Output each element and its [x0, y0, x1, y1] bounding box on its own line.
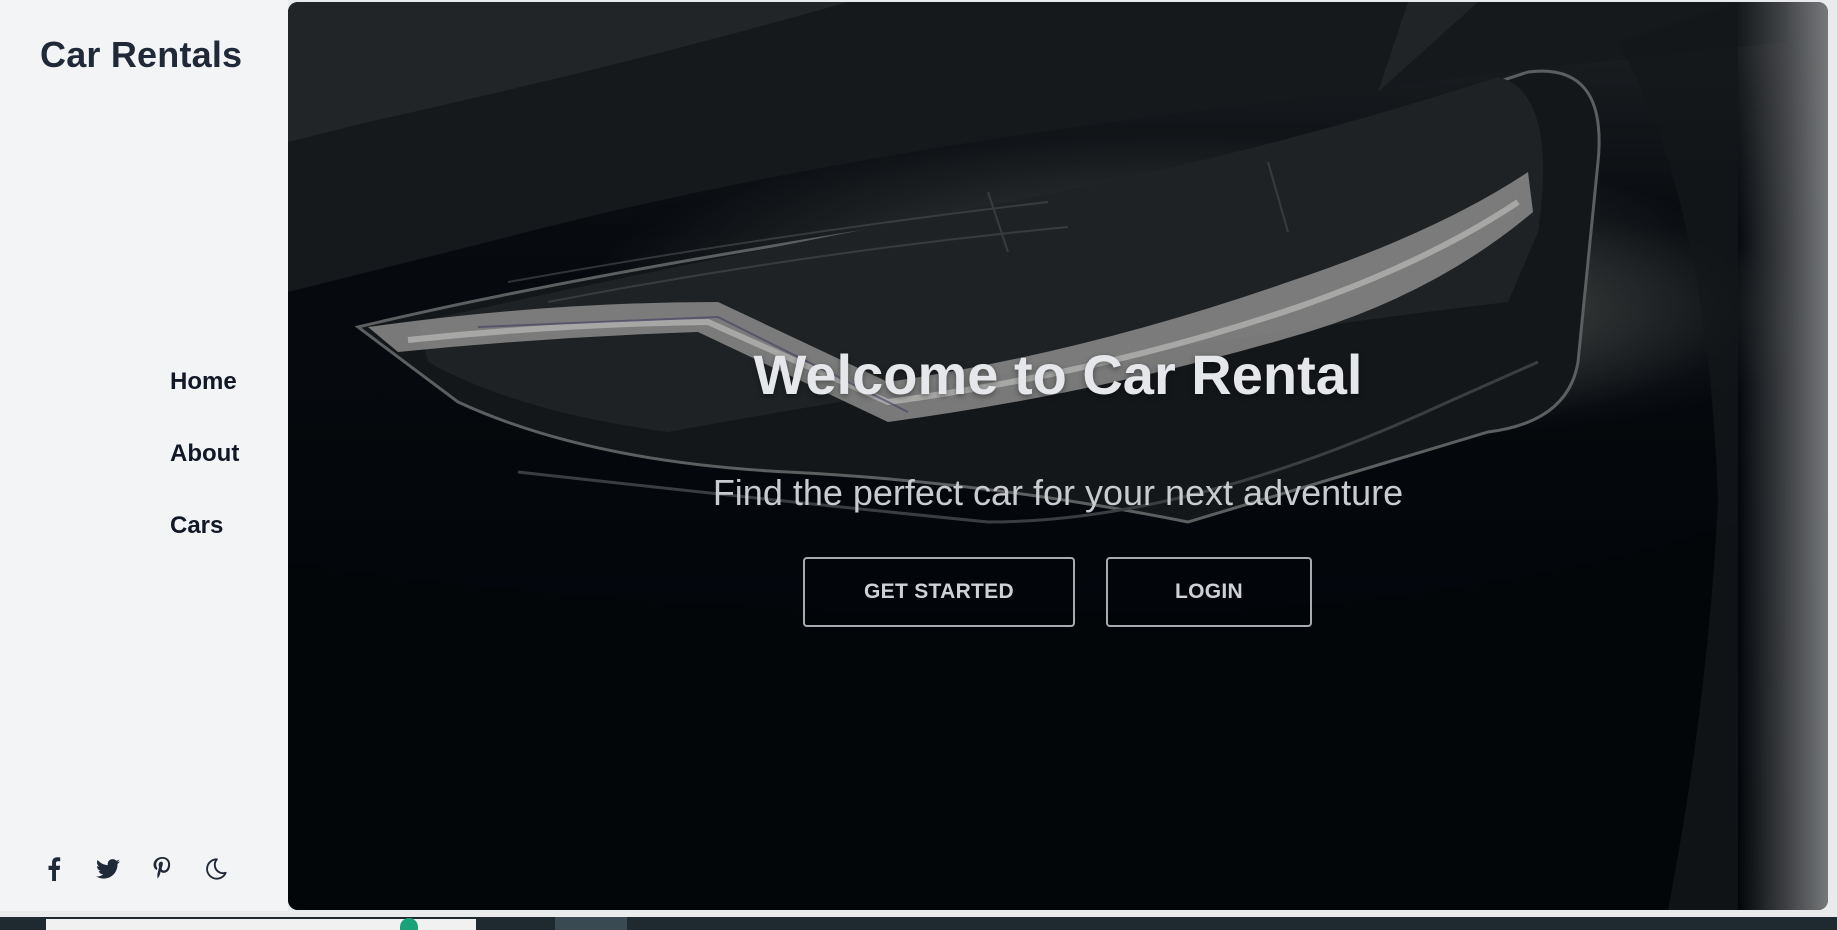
sidebar-nav: Home About Cars	[170, 368, 239, 584]
nav-item-home[interactable]: Home	[170, 368, 239, 440]
app-window: Car Rentals Home About Cars Welcome to C…	[0, 0, 1837, 930]
twitter-icon[interactable]	[96, 857, 120, 881]
sidebar: Car Rentals Home About Cars	[0, 0, 288, 911]
os-taskbar	[0, 917, 1837, 930]
facebook-icon[interactable]	[42, 857, 66, 881]
moon-icon[interactable]	[204, 857, 228, 881]
login-button[interactable]: LOGIN	[1106, 557, 1312, 627]
nav-item-about[interactable]: About	[170, 440, 239, 512]
taskbar-active-app[interactable]	[555, 917, 627, 930]
hero-section: Welcome to Car Rental Find the perfect c…	[288, 2, 1828, 910]
hero-overlay	[288, 2, 1828, 910]
hero-subtitle: Find the perfect car for your next adven…	[712, 472, 1404, 513]
pinterest-icon[interactable]	[150, 857, 174, 881]
social-links	[42, 857, 228, 881]
taskbar-app-icon[interactable]	[400, 918, 418, 930]
brand-title: Car Rentals	[40, 34, 243, 75]
nav-item-cars[interactable]: Cars	[170, 512, 239, 584]
get-started-button[interactable]: GET STARTED	[803, 557, 1075, 627]
hero-title: Welcome to Car Rental	[753, 343, 1363, 406]
